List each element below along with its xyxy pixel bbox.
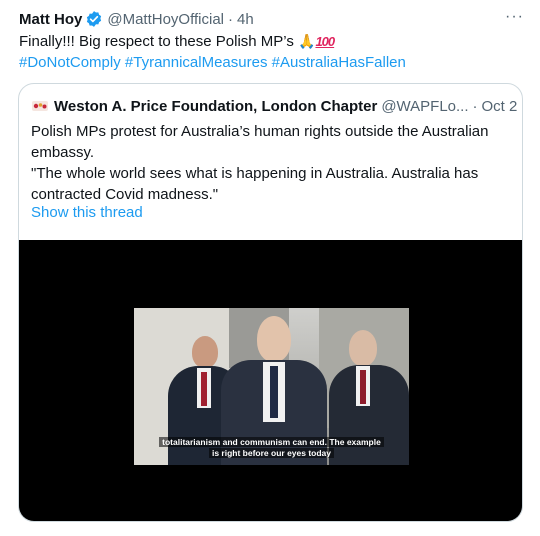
verified-badge-icon [85,10,103,28]
tweet[interactable]: Matt Hoy @MattHoyOfficial · 4h ··· Final… [0,0,540,536]
quoted-text-line: "The whole world sees what is happening … [31,165,479,182]
avatar[interactable] [31,96,49,116]
hashtags: #DoNotComply #TyrannicalMeasures #Austra… [19,52,524,73]
video-player[interactable]: totalitarianism and communism can end. T… [19,240,522,521]
quoted-text-line: contracted Covid madness." [31,186,219,203]
tweet-header: Matt Hoy @MattHoyOfficial · 4h [19,8,524,30]
hashtag-link[interactable]: #TyrannicalMeasures [125,54,268,71]
separator-dot: · [472,97,478,115]
hashtag-link[interactable]: #DoNotComply [19,54,121,71]
hashtag-link[interactable]: #AustraliaHasFallen [272,54,406,71]
tweet-text-body: Finally!!! Big respect to these Polish M… [19,33,294,50]
quoted-author-handle[interactable]: @WAPFLo... [381,98,468,115]
quoted-tweet-card[interactable]: Weston A. Price Foundation, London Chapt… [18,83,523,522]
caption-line: is right before our eyes today [208,448,335,458]
author-handle[interactable]: @MattHoyOfficial [107,11,224,28]
author-name[interactable]: Matt Hoy [19,11,82,28]
more-options-icon[interactable]: ··· [500,8,524,30]
hundred-points-emoji-icon: 100 [315,34,335,49]
caption-line: totalitarianism and communism can end. T… [159,437,384,447]
video-caption: totalitarianism and communism can end. T… [134,437,409,459]
tweet-timestamp[interactable]: 4h [237,11,254,28]
quoted-text-line: Polish MPs protest for Australia’s human… [31,123,489,140]
show-thread-link[interactable]: Show this thread [31,204,143,221]
quoted-text-line: embassy. [31,144,95,161]
quoted-tweet-header: Weston A. Price Foundation, London Chapt… [31,96,517,116]
separator-dot: · [228,10,233,28]
video-frame: totalitarianism and communism can end. T… [134,308,409,465]
quoted-author-name[interactable]: Weston A. Price Foundation, London Chapt… [54,98,377,115]
tweet-text: Finally!!! Big respect to these Polish M… [19,31,524,73]
folded-hands-emoji-icon: 🙏 [298,33,316,49]
quoted-tweet-text: Polish MPs protest for Australia’s human… [31,121,510,205]
quoted-tweet-timestamp[interactable]: Oct 2 [482,98,518,115]
